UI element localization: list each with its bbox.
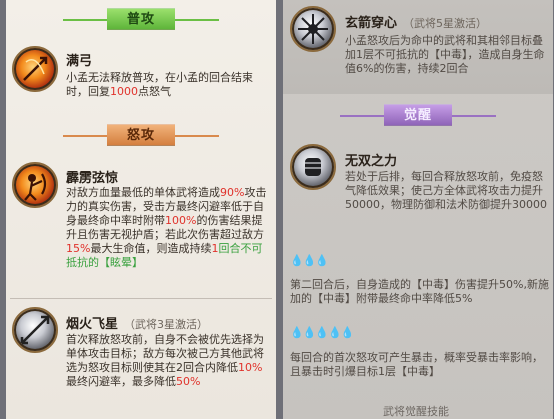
skill-description: 小孟无法释放普攻，在小孟的回合结束时，回复1000点怒气 <box>66 71 253 98</box>
skill-description: 若处于后排，每回合释放怒攻前，免疫怒气降低效果；使己方全体武将攻击力提升5000… <box>345 170 547 211</box>
skill-name: 霹雳弦惊 <box>66 171 119 186</box>
section-divider <box>10 298 272 299</box>
skill-name: 无双之力 <box>345 154 398 169</box>
silver-burst-icon[interactable] <box>290 6 336 52</box>
banner-label: 觉醒 <box>339 104 497 126</box>
skill-description: 首次释放怒攻前，自身不会被优先选择为单体攻击目标；敌方每次被己方其他武将选为怒攻… <box>66 333 264 388</box>
skill-name: 满弓 <box>66 54 93 69</box>
skill-name: 烟火飞星 （武将3星激活） <box>66 317 209 332</box>
activation-tag: （武将5星激活） <box>403 17 488 30</box>
banner-label: 怒攻 <box>62 124 220 146</box>
banner-normal-attack: 普攻 <box>6 8 276 30</box>
awaken-level-3-description: 每回合的首次怒攻可产生暴击，概率受暴击率影响，且暴击时引爆目标1层【中毒】 <box>290 351 543 378</box>
awaken-level-3-drops-icon: 💧💧💧💧💧 <box>290 326 354 339</box>
silver-fist-icon[interactable] <box>290 144 336 190</box>
fire-bow-icon[interactable] <box>12 46 58 92</box>
skill-description: 对敌方血量最低的单体武将造成90%攻击力的真实伤害，受击方最终闪避率低于自身最终… <box>66 186 267 269</box>
awaken-level-2-description: 第二回合后，自身造成的【中毒】伤害提升50%,新施加的【中毒】附带最终命中率降低… <box>290 278 549 305</box>
banner-awaken: 觉醒 <box>283 104 553 126</box>
fire-archer-icon[interactable] <box>12 162 58 208</box>
silver-arrow-icon[interactable] <box>12 307 58 353</box>
activation-tag: （武将3星激活） <box>124 318 209 331</box>
awaken-level-2-drops-icon: 💧💧💧 <box>290 254 329 267</box>
skill-name: 玄箭穿心 （武将5星激活） <box>345 16 488 31</box>
banner-label: 普攻 <box>62 8 220 30</box>
banner-rage-attack: 怒攻 <box>6 124 276 146</box>
panel-footer-label: 武将觉醒技能 <box>383 405 449 418</box>
skill-description: 小孟怒攻后为命中的武将和其相邻目标叠加1层不可抵抗的【中毒】，造成自身生命值6%… <box>345 34 545 75</box>
